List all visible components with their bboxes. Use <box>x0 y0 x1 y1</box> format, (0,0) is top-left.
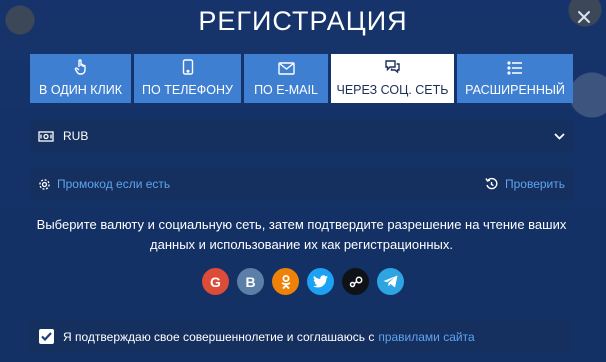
chevron-down-icon <box>554 132 565 140</box>
tab-social-network-label: ЧЕРЕЗ СОЦ. СЕТЬ <box>336 83 449 97</box>
tab-extended-label: РАСШИРЕННЫЙ <box>465 83 565 97</box>
agreement-text: Я подтверждаю свое совершеннолетие и сог… <box>63 329 375 344</box>
refresh-icon <box>485 177 498 190</box>
age-agreement-row: Я подтверждаю свое совершеннолетие и сог… <box>30 320 573 353</box>
tab-one-click[interactable]: В ОДИН КЛИК <box>30 54 131 103</box>
checkmark-icon <box>41 332 52 341</box>
instruction-text: Выберите валюту и социальную сеть, затем… <box>36 217 567 252</box>
banknote-icon <box>38 130 54 142</box>
google-icon: G <box>210 273 221 290</box>
telegram-button[interactable] <box>377 268 404 295</box>
tab-one-click-label: В ОДИН КЛИК <box>39 83 122 97</box>
gear-icon <box>39 178 50 190</box>
envelope-icon <box>277 62 295 75</box>
currency-select[interactable]: RUB <box>30 120 573 152</box>
tab-phone-label: ПО ТЕЛЕФОНУ <box>142 83 233 97</box>
odnoklassniki-icon <box>281 274 290 289</box>
pointer-hand-icon <box>74 59 86 75</box>
tab-email[interactable]: ПО E-MAIL <box>244 54 328 103</box>
registration-modal: РЕГИСТРАЦИЯ В ОДИН КЛИК ПО ТЕЛЕФОНУ ПО E… <box>0 0 606 362</box>
site-rules-link[interactable]: правилами сайта <box>378 330 474 344</box>
promo-code-placeholder: Промокод если есть <box>57 177 171 191</box>
tab-extended[interactable]: РАСШИРЕННЫЙ <box>457 54 573 103</box>
promo-code-field[interactable]: Промокод если есть Проверить <box>30 168 573 200</box>
check-promo-button[interactable]: Проверить <box>485 177 565 191</box>
list-icon <box>507 61 522 75</box>
steam-button[interactable] <box>342 268 369 295</box>
phone-icon <box>182 59 193 75</box>
currency-value: RUB <box>63 129 89 143</box>
tab-email-label: ПО E-MAIL <box>254 83 318 97</box>
twitter-button[interactable] <box>307 268 334 295</box>
tab-phone[interactable]: ПО ТЕЛЕФОНУ <box>134 54 241 103</box>
registration-tabs: В ОДИН КЛИК ПО ТЕЛЕФОНУ ПО E-MAIL ЧЕРЕЗ … <box>30 54 573 103</box>
agreement-checkbox[interactable] <box>39 329 54 344</box>
google-button[interactable]: G <box>202 268 229 295</box>
close-icon[interactable] <box>576 9 592 25</box>
vkontakte-icon: В <box>245 273 256 290</box>
steam-icon <box>349 276 362 287</box>
twitter-bird-icon <box>313 275 328 288</box>
chat-bubbles-icon <box>385 60 400 74</box>
check-promo-label: Проверить <box>504 177 565 191</box>
vkontakte-button[interactable]: В <box>237 268 264 295</box>
telegram-icon <box>383 275 398 288</box>
modal-title: РЕГИСТРАЦИЯ <box>198 6 408 36</box>
odnoklassniki-button[interactable] <box>272 268 299 295</box>
tab-social-network[interactable]: ЧЕРЕЗ СОЦ. СЕТЬ <box>331 54 454 103</box>
social-login-buttons: G В <box>0 268 606 295</box>
